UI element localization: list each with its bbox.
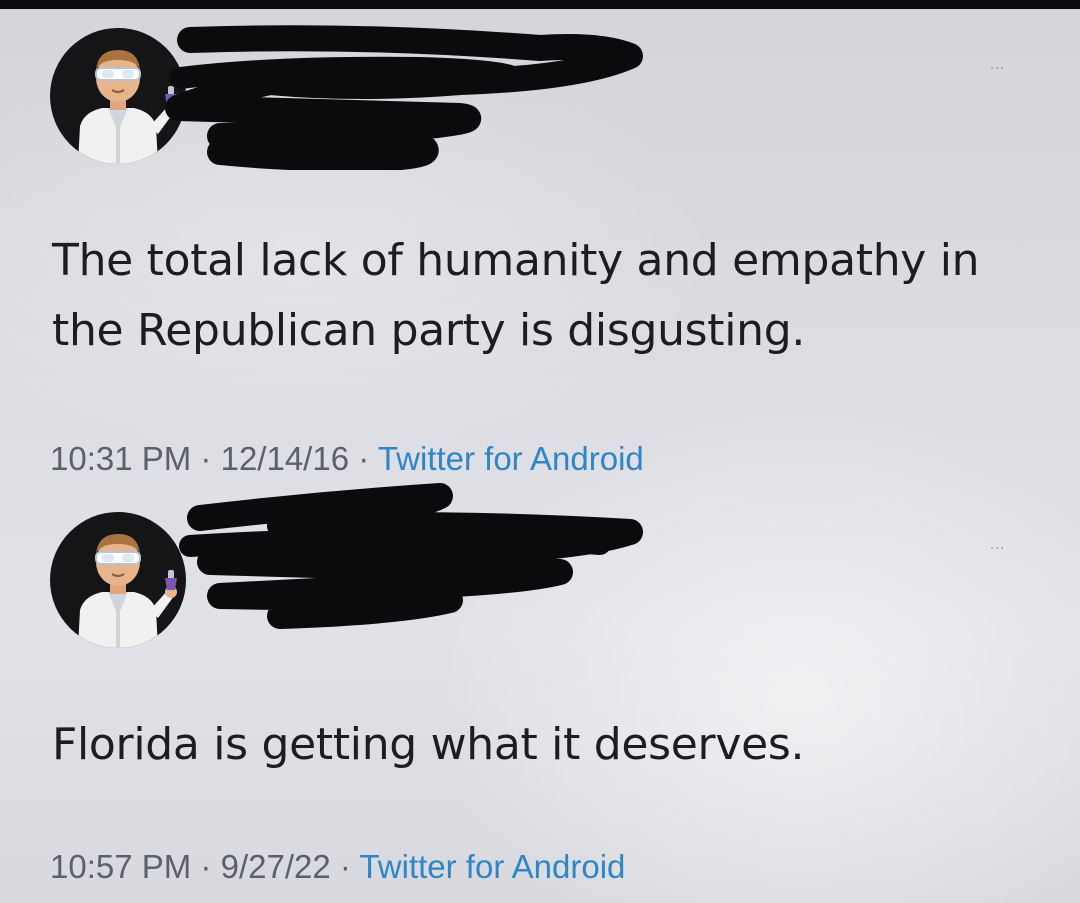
tweet-time[interactable]: 10:57 PM: [50, 848, 191, 885]
meta-separator: ·: [339, 848, 351, 885]
tweet-source-link[interactable]: Twitter for Android: [359, 848, 625, 885]
tweet-metadata: 10:57 PM · 9/27/22 · Twitter for Android: [50, 848, 625, 886]
tweet-2: ··· Florida is getting what it deserves.…: [0, 0, 1080, 903]
redacted-username-scribble: [179, 483, 643, 629]
screenshot-background: ··· The total lack of humanity and empat…: [0, 0, 1080, 903]
more-options-icon[interactable]: ···: [990, 542, 1005, 557]
tweet-text: Florida is getting what it deserves.: [52, 719, 805, 770]
meta-separator: ·: [200, 848, 212, 885]
tweet-date[interactable]: 9/27/22: [221, 848, 331, 885]
